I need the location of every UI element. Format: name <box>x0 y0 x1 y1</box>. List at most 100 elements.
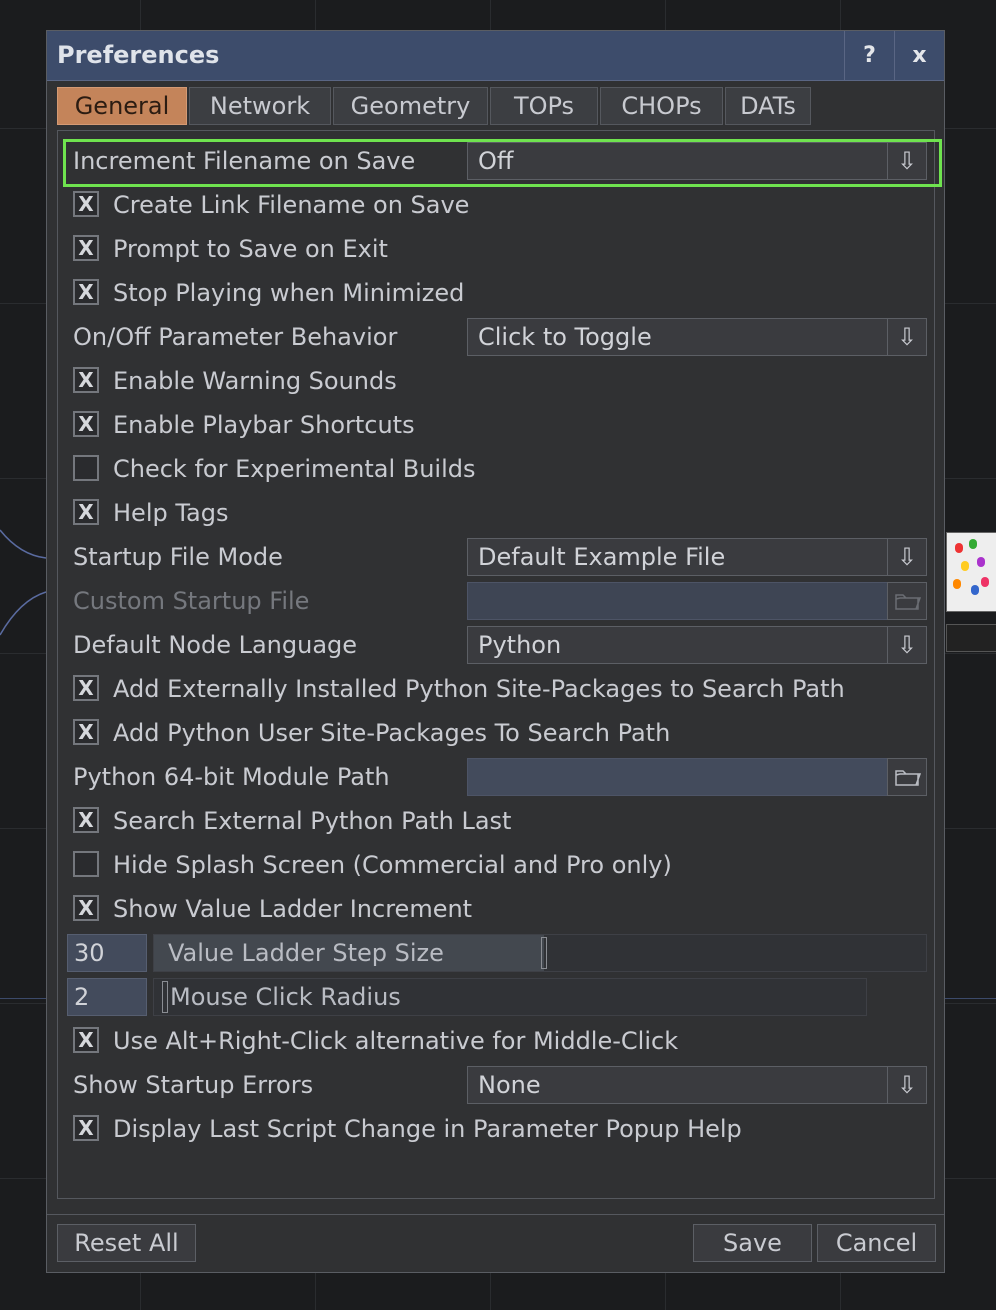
tab-tops[interactable]: TOPs <box>490 87 598 125</box>
row-stop-playing: X Stop Playing when Minimized <box>58 273 936 313</box>
row-click-radius: 2 Mouse Click Radius <box>58 977 936 1017</box>
ladder-step-slider[interactable]: Value Ladder Step Size <box>153 934 927 972</box>
row-warning-sounds: X Enable Warning Sounds <box>58 361 936 401</box>
dropdown-arrow-icon[interactable]: ⇩ <box>887 319 926 355</box>
help-tags-label: Help Tags <box>113 499 229 527</box>
save-button[interactable]: Save <box>693 1224 812 1262</box>
row-create-link: X Create Link Filename on Save <box>58 185 936 225</box>
startup-file-mode-label: Startup File Mode <box>73 543 283 571</box>
playbar-shortcuts-label: Enable Playbar Shortcuts <box>113 411 415 439</box>
alt-right-click-label: Use Alt+Right-Click alternative for Midd… <box>113 1027 679 1055</box>
row-hide-splash: Hide Splash Screen (Commercial and Pro o… <box>58 845 936 885</box>
hide-splash-checkbox[interactable] <box>73 851 99 877</box>
dropdown-arrow-icon[interactable]: ⇩ <box>887 1067 926 1103</box>
prompt-save-checkbox[interactable]: X <box>73 235 99 261</box>
row-alt-right-click: X Use Alt+Right-Click alternative for Mi… <box>58 1021 936 1061</box>
row-python-module-path: Python 64-bit Module Path <box>58 757 936 797</box>
click-radius-slider[interactable]: Mouse Click Radius <box>153 978 867 1016</box>
folder-icon <box>887 582 927 620</box>
startup-file-mode-value: Default Example File <box>478 543 726 571</box>
row-search-ext-last: X Search External Python Path Last <box>58 801 936 841</box>
title-bar[interactable]: Preferences ? x <box>47 31 944 81</box>
help-tags-checkbox[interactable]: X <box>73 499 99 525</box>
startup-errors-label: Show Startup Errors <box>73 1071 314 1099</box>
preferences-dialog: Preferences ? x General Network Geometry… <box>46 30 945 1273</box>
startup-errors-dropdown[interactable]: None ⇩ <box>467 1066 927 1104</box>
row-startup-file-mode: Startup File Mode Default Example File ⇩ <box>58 537 936 577</box>
default-node-language-value: Python <box>478 631 562 659</box>
tab-chops[interactable]: CHOPs <box>600 87 723 125</box>
row-ladder-step: 30 Value Ladder Step Size <box>58 933 936 973</box>
ladder-step-input[interactable]: 30 <box>67 934 147 972</box>
custom-startup-file-field <box>467 582 888 620</box>
alt-right-click-checkbox[interactable]: X <box>73 1027 99 1053</box>
startup-errors-value: None <box>478 1071 541 1099</box>
value-ladder-increment-label: Show Value Ladder Increment <box>113 895 473 923</box>
folder-icon[interactable] <box>887 758 927 796</box>
user-site-packages-checkbox[interactable]: X <box>73 719 99 745</box>
onoff-behavior-dropdown[interactable]: Click to Toggle ⇩ <box>467 318 927 356</box>
click-radius-slider-handle[interactable] <box>162 981 168 1013</box>
value-ladder-increment-checkbox[interactable]: X <box>73 895 99 921</box>
tab-network[interactable]: Network <box>189 87 331 125</box>
general-settings-panel: Increment Filename on Save Off ⇩ X Creat… <box>57 130 942 1199</box>
custom-startup-file-label: Custom Startup File <box>73 587 310 615</box>
default-node-language-label: Default Node Language <box>73 631 358 659</box>
onoff-behavior-value: Click to Toggle <box>478 323 652 351</box>
row-value-ladder-increment: X Show Value Ladder Increment <box>58 889 936 929</box>
python-module-path-field[interactable] <box>467 758 888 796</box>
click-radius-label: Mouse Click Radius <box>170 983 401 1011</box>
row-default-node-language: Default Node Language Python ⇩ <box>58 625 936 665</box>
onoff-behavior-label: On/Off Parameter Behavior <box>73 323 398 351</box>
reset-all-button[interactable]: Reset All <box>57 1224 196 1262</box>
node-thumbnail[interactable] <box>946 532 996 612</box>
stop-playing-label: Stop Playing when Minimized <box>113 279 465 307</box>
experimental-builds-checkbox[interactable] <box>73 455 99 481</box>
playbar-shortcuts-checkbox[interactable]: X <box>73 411 99 437</box>
dropdown-arrow-icon[interactable]: ⇩ <box>887 539 926 575</box>
ladder-step-label: Value Ladder Step Size <box>168 939 444 967</box>
tab-general[interactable]: General <box>57 87 187 125</box>
row-startup-errors: Show Startup Errors None ⇩ <box>58 1065 936 1105</box>
create-link-label: Create Link Filename on Save <box>113 191 470 219</box>
row-onoff-behavior: On/Off Parameter Behavior Click to Toggl… <box>58 317 936 357</box>
increment-filename-value: Off <box>478 147 514 175</box>
ladder-step-slider-handle[interactable] <box>541 937 547 969</box>
hide-splash-label: Hide Splash Screen (Commercial and Pro o… <box>113 851 672 879</box>
increment-filename-label: Increment Filename on Save <box>73 147 416 175</box>
cancel-button[interactable]: Cancel <box>817 1224 936 1262</box>
experimental-builds-label: Check for Experimental Builds <box>113 455 476 483</box>
search-ext-last-checkbox[interactable]: X <box>73 807 99 833</box>
increment-filename-dropdown[interactable]: Off ⇩ <box>467 142 927 180</box>
node-flags-bar[interactable] <box>946 624 996 652</box>
tab-geometry[interactable]: Geometry <box>333 87 488 125</box>
startup-file-mode-dropdown[interactable]: Default Example File ⇩ <box>467 538 927 576</box>
row-custom-startup-file: Custom Startup File <box>58 581 936 621</box>
row-experimental-builds: Check for Experimental Builds <box>58 449 936 489</box>
default-node-language-dropdown[interactable]: Python ⇩ <box>467 626 927 664</box>
last-script-change-label: Display Last Script Change in Parameter … <box>113 1115 742 1143</box>
last-script-change-checkbox[interactable]: X <box>73 1115 99 1141</box>
ext-site-packages-checkbox[interactable]: X <box>73 675 99 701</box>
warning-sounds-checkbox[interactable]: X <box>73 367 99 393</box>
stop-playing-checkbox[interactable]: X <box>73 279 99 305</box>
row-ext-site-packages: X Add Externally Installed Python Site-P… <box>58 669 936 709</box>
tab-dats[interactable]: DATs <box>725 87 811 125</box>
dropdown-arrow-icon[interactable]: ⇩ <box>887 627 926 663</box>
search-ext-last-label: Search External Python Path Last <box>113 807 512 835</box>
dropdown-arrow-icon[interactable]: ⇩ <box>887 143 926 179</box>
row-user-site-packages: X Add Python User Site-Packages To Searc… <box>58 713 936 753</box>
ext-site-packages-label: Add Externally Installed Python Site-Pac… <box>113 675 845 703</box>
dialog-title: Preferences <box>57 41 220 69</box>
user-site-packages-label: Add Python User Site-Packages To Search … <box>113 719 671 747</box>
row-playbar-shortcuts: X Enable Playbar Shortcuts <box>58 405 936 445</box>
help-button[interactable]: ? <box>844 31 894 80</box>
row-help-tags: X Help Tags <box>58 493 936 533</box>
row-last-script-change: X Display Last Script Change in Paramete… <box>58 1109 936 1149</box>
close-button[interactable]: x <box>894 31 944 80</box>
prompt-save-label: Prompt to Save on Exit <box>113 235 388 263</box>
click-radius-input[interactable]: 2 <box>67 978 147 1016</box>
footer-divider <box>47 1214 944 1215</box>
create-link-checkbox[interactable]: X <box>73 191 99 217</box>
row-increment-filename: Increment Filename on Save Off ⇩ <box>58 139 942 187</box>
